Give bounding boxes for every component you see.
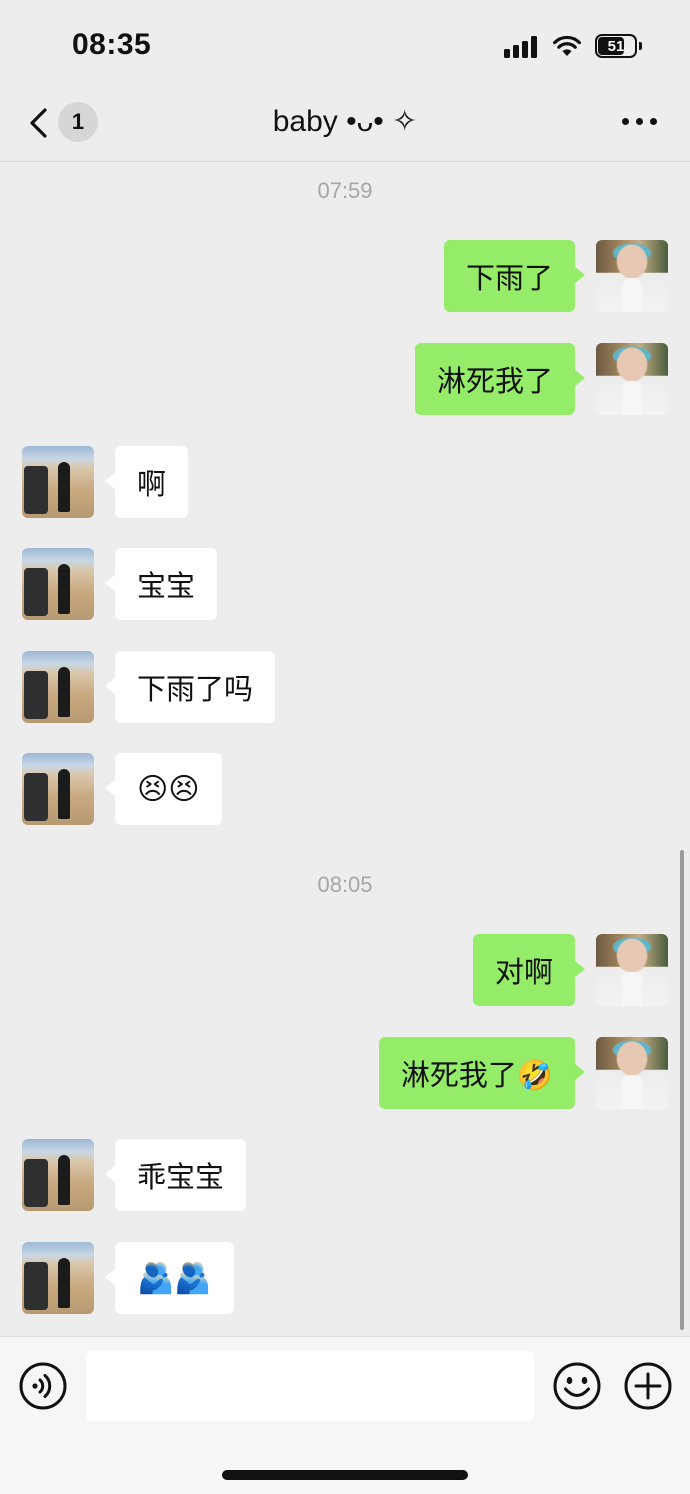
smiley-icon[interactable] — [552, 1361, 602, 1411]
message-bubble-mine[interactable]: 淋死我了 — [414, 343, 586, 415]
status-bar: 08:35 51 — [0, 0, 690, 90]
message-bubble-theirs[interactable]: 乖宝宝 — [104, 1139, 247, 1211]
ellipsis-icon[interactable] — [622, 118, 658, 128]
battery-cap — [639, 42, 642, 50]
wifi-icon — [553, 35, 581, 56]
battery-icon: 51 — [595, 34, 637, 58]
cellular-signal-icon — [504, 36, 542, 58]
message-bubble-theirs[interactable]: 😣😣 — [105, 753, 222, 825]
contact-avatar[interactable] — [22, 446, 94, 518]
message-bubble-theirs[interactable]: 🫂🫂 — [105, 1242, 234, 1314]
my-avatar[interactable] — [596, 343, 668, 415]
status-time: 08:35 — [72, 28, 152, 61]
my-avatar[interactable] — [596, 1037, 668, 1109]
timestamp: 07:59 — [317, 178, 373, 203]
message-bubble-mine[interactable]: 淋死我了🤣 — [378, 1037, 586, 1109]
message-bubble-mine[interactable]: 对啊 — [472, 934, 586, 1006]
contact-avatar[interactable] — [22, 1242, 94, 1314]
message-bubble-theirs[interactable]: 宝宝 — [104, 548, 218, 620]
my-avatar[interactable] — [596, 240, 668, 312]
contact-avatar[interactable] — [22, 753, 94, 825]
contact-avatar[interactable] — [22, 1139, 94, 1211]
plus-circle-icon[interactable] — [623, 1361, 673, 1411]
chat-title: baby •ᴗ• ✧ — [272, 105, 418, 138]
chat-scrollbar[interactable] — [680, 850, 684, 1330]
message-input[interactable] — [86, 1351, 534, 1421]
chat-header: 1 baby •ᴗ• ✧ — [0, 90, 690, 162]
timestamp: 08:05 — [317, 872, 373, 897]
home-indicator[interactable] — [222, 1470, 468, 1480]
message-bubble-theirs[interactable]: 啊 — [104, 446, 189, 518]
contact-avatar[interactable] — [22, 548, 94, 620]
contact-avatar[interactable] — [22, 651, 94, 723]
my-avatar[interactable] — [596, 934, 668, 1006]
battery-level: 51 — [607, 37, 625, 55]
message-bubble-theirs[interactable]: 下雨了吗 — [104, 651, 276, 723]
voice-icon[interactable] — [18, 1361, 68, 1411]
message-bubble-mine[interactable]: 下雨了 — [443, 240, 586, 312]
